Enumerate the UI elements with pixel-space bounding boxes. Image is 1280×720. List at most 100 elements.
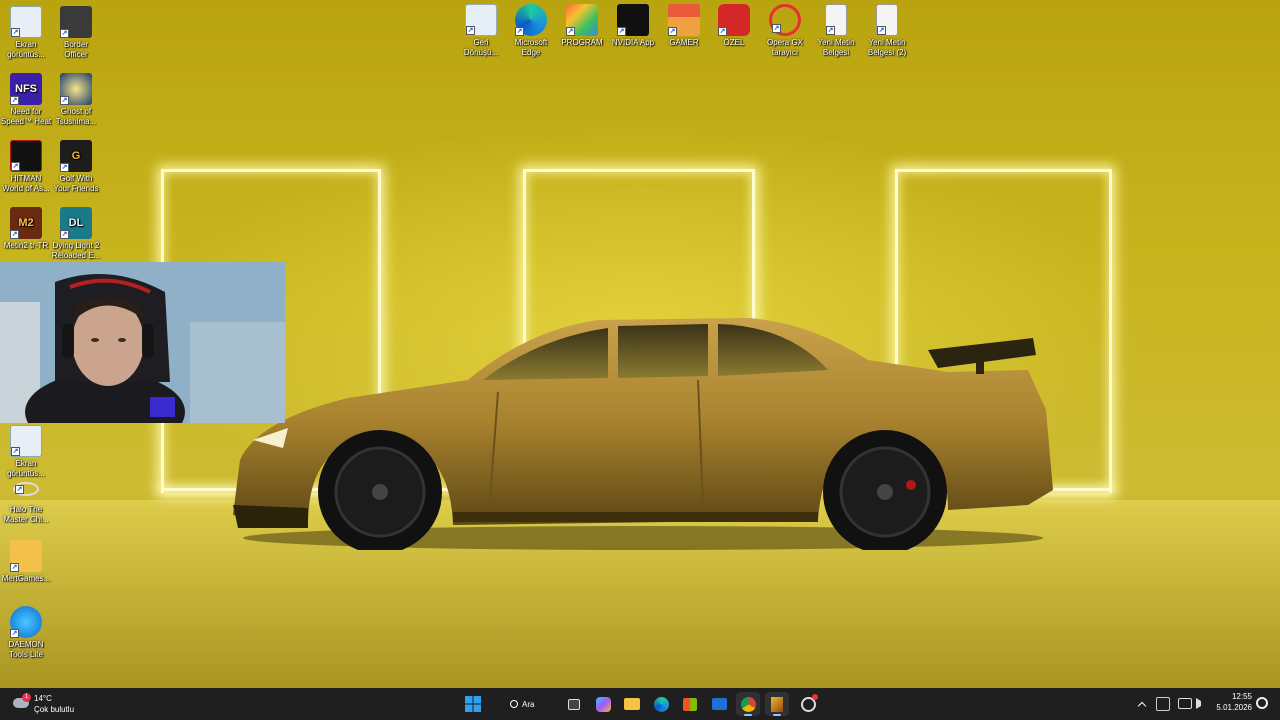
desktop-icon-label: görüntüs... bbox=[7, 50, 45, 59]
recycle-bin-icon: ↗ bbox=[465, 4, 497, 36]
chevron-up-icon bbox=[1137, 701, 1147, 711]
program-folder-icon: ↗ bbox=[566, 4, 598, 36]
desktop-icon-label: Yeni Metin bbox=[817, 38, 855, 47]
shortcut-arrow-icon: ↗ bbox=[10, 230, 19, 239]
folder-icon: ↗ bbox=[10, 540, 42, 572]
desktop-icon-label: DAEMON bbox=[8, 640, 44, 649]
notifications-button[interactable] bbox=[1256, 697, 1270, 711]
screenshot-icon: ↗ bbox=[10, 425, 42, 457]
desktop-icon-label: Golf With bbox=[59, 174, 93, 183]
chrome-icon bbox=[740, 696, 756, 712]
clock[interactable]: 12:55 5.01.2026 bbox=[1212, 691, 1252, 717]
task-view-button[interactable] bbox=[562, 692, 586, 716]
desktop-icon-label: Geri bbox=[473, 38, 489, 47]
edge-icon: ↗ bbox=[515, 4, 547, 36]
desktop-icon-ghost-of-tsushima[interactable]: ↗ Ghost of Tsushima... bbox=[50, 73, 102, 127]
desktop-icon-ekran-goruntusu-1[interactable]: ↗ Ekran görüntüs... bbox=[0, 6, 52, 60]
desktop-icon-label: Yeni Metin bbox=[868, 38, 906, 47]
network-icon[interactable] bbox=[1178, 698, 1192, 709]
weather-condition: Çok bulutlu bbox=[34, 705, 75, 714]
desktop-icon-label: Metin2 tr-TR bbox=[3, 241, 49, 250]
desktop-icon-metin2[interactable]: M2 ↗ Metin2 tr-TR bbox=[0, 207, 52, 251]
copilot-button[interactable] bbox=[591, 692, 615, 716]
desktop-icon-program-folder[interactable]: ↗ PROGRAM bbox=[556, 4, 608, 48]
text-document-icon: ↗ bbox=[825, 4, 847, 36]
shortcut-arrow-icon: ↗ bbox=[60, 163, 69, 172]
clock-time: 12:55 bbox=[1231, 692, 1252, 701]
desktop-icon-ozel[interactable]: ↗ ÖZEL bbox=[708, 4, 760, 48]
volume-icon[interactable] bbox=[1196, 698, 1206, 709]
screenshot-icon: ↗ bbox=[10, 6, 42, 38]
desktop-icon-opera-gx[interactable]: ↗ Opera GX tarayıcı bbox=[759, 4, 811, 58]
desktop-icon-microsoft-edge[interactable]: ↗ Microsoft Edge bbox=[505, 4, 557, 58]
outlook-button[interactable] bbox=[707, 692, 731, 716]
show-hidden-icons-button[interactable] bbox=[1136, 696, 1148, 712]
desktop-icon-label: ÖZEL bbox=[723, 38, 745, 47]
ghost-of-tsushima-icon: ↗ bbox=[60, 73, 92, 105]
desktop-icon-label: Border bbox=[63, 40, 88, 49]
desktop-icon-yeni-metin-belgesi-2[interactable]: ↗ Yeni Metin Belgesi (2) bbox=[861, 4, 913, 58]
desktop-icon-label: Ekran bbox=[15, 459, 37, 468]
desktop-icon-recycle-bin[interactable]: ↗ Geri Dönüşü... bbox=[455, 4, 507, 58]
desktop-icon-gamer-folder[interactable]: ↗ GAMER bbox=[658, 4, 710, 48]
desktop-icon-label: MertGames... bbox=[1, 574, 51, 583]
text-document-icon: ↗ bbox=[876, 4, 898, 36]
shortcut-arrow-icon: ↗ bbox=[11, 162, 20, 171]
desktop-icon-label: Halo The bbox=[9, 505, 43, 514]
shortcut-arrow-icon: ↗ bbox=[826, 26, 835, 35]
dying-light-icon: DL ↗ bbox=[60, 207, 92, 239]
shortcut-arrow-icon: ↗ bbox=[466, 26, 475, 35]
shortcut-arrow-icon: ↗ bbox=[60, 96, 69, 105]
border-officer-icon: ↗ bbox=[60, 6, 92, 38]
desktop-icon-label: Ekran bbox=[15, 40, 37, 49]
folder-icon bbox=[624, 698, 640, 710]
file-explorer-button[interactable] bbox=[620, 692, 644, 716]
desktop-icon-dying-light-2[interactable]: DL ↗ Dying Light 2 Reloaded E... bbox=[50, 207, 102, 261]
opera-gx-icon: ↗ bbox=[769, 4, 801, 36]
webcam-overlay bbox=[0, 262, 285, 423]
desktop-icon-label: HITMAN bbox=[10, 174, 42, 183]
shortcut-arrow-icon: ↗ bbox=[668, 27, 677, 36]
steam-like-button[interactable] bbox=[796, 692, 820, 716]
shortcut-arrow-icon: ↗ bbox=[10, 629, 19, 638]
shortcut-arrow-icon: ↗ bbox=[10, 563, 19, 572]
icon-badge-text: DL bbox=[68, 217, 84, 229]
desktop-icon-label: Microsoft bbox=[514, 38, 548, 47]
tray-app-icon[interactable] bbox=[1156, 697, 1170, 711]
desktop-icon-mertgames[interactable]: ↗ MertGames... bbox=[0, 540, 52, 584]
search-icon bbox=[510, 700, 518, 708]
webcam-person-image bbox=[0, 262, 285, 423]
shortcut-arrow-icon: ↗ bbox=[515, 27, 524, 36]
desktop-icon-yeni-metin-belgesi[interactable]: ↗ Yeni Metin Belgesi bbox=[810, 4, 862, 58]
desktop-icon-label: Dying Light 2 bbox=[52, 241, 100, 250]
desktop-icon-need-for-speed-heat[interactable]: NFS ↗ Need for Speed™ Heat bbox=[0, 73, 52, 127]
desktop-icon-daemon-tools[interactable]: ↗ DAEMON Tools Lite bbox=[0, 606, 52, 660]
shortcut-arrow-icon: ↗ bbox=[60, 230, 69, 239]
shortcut-arrow-icon: ↗ bbox=[566, 27, 575, 36]
desktop-icon-hitman[interactable]: ↗ HITMAN World of As... bbox=[0, 140, 52, 194]
weather-widget[interactable]: 1 14°C Çok bulutlu bbox=[10, 692, 90, 716]
desktop-icon-ekran-goruntusu-2[interactable]: ↗ Ekran görüntüs... bbox=[0, 425, 52, 479]
chrome-button[interactable] bbox=[736, 692, 760, 716]
store-button[interactable] bbox=[678, 692, 702, 716]
desktop-icon-label: Edge bbox=[521, 48, 541, 57]
start-button[interactable] bbox=[461, 692, 485, 716]
app-button[interactable] bbox=[765, 692, 789, 716]
desktop-icon-nvidia-app[interactable]: ↗ NVIDIA App bbox=[607, 4, 659, 48]
desktop-icon-golf-with-your-friends[interactable]: G ↗ Golf With Your Friends bbox=[50, 140, 102, 194]
desktop-icon-label: Reloaded E... bbox=[51, 251, 101, 260]
desktop-icon-border-officer[interactable]: ↗ Border Officer bbox=[50, 6, 102, 60]
desktop-icon-halo[interactable]: ↗ Halo The Master Chi... bbox=[0, 473, 52, 525]
icon-badge-text: NFS bbox=[15, 83, 37, 95]
desktop-icon-label: Your Friends bbox=[53, 184, 99, 193]
shortcut-arrow-icon: ↗ bbox=[617, 27, 626, 36]
metin2-icon: M2 ↗ bbox=[10, 207, 42, 239]
edge-taskbar-button[interactable] bbox=[649, 692, 673, 716]
daemon-tools-icon: ↗ bbox=[10, 606, 42, 638]
desktop-icon-label: PROGRAM bbox=[561, 38, 603, 47]
shortcut-arrow-icon: ↗ bbox=[10, 96, 19, 105]
desktop-icon-label: tarayıcı bbox=[771, 48, 799, 57]
weather-temp: 14°C bbox=[34, 694, 52, 703]
search-button[interactable]: Ara bbox=[500, 694, 550, 714]
shortcut-arrow-icon: ↗ bbox=[11, 447, 20, 456]
